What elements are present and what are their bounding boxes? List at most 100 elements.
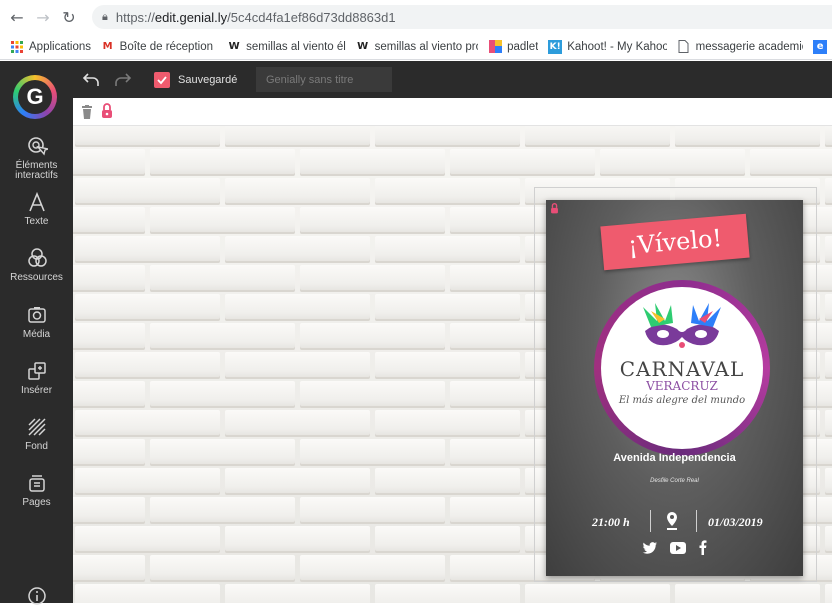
- brick: [225, 126, 370, 147]
- brick: [525, 126, 670, 147]
- sidebar-item-label: Fond: [25, 441, 48, 452]
- info-icon: [27, 587, 46, 605]
- sidebar-item-insert[interactable]: Insérer: [0, 360, 73, 396]
- background-icon: [27, 418, 46, 436]
- brick-row: [73, 584, 832, 603]
- bookmark-gmail[interactable]: M Boîte de réception (2: [101, 40, 217, 54]
- bookmark-extra[interactable]: e: [813, 39, 832, 54]
- sidebar-item-label: Insérer: [20, 385, 53, 396]
- emblem-subtitle: VERACRUZ: [646, 379, 718, 393]
- genially-logo[interactable]: G: [13, 75, 57, 119]
- sidebar-item-label: Texte: [24, 216, 49, 227]
- bookmark-semillas-1[interactable]: W semillas al viento él·: [227, 40, 346, 54]
- lock-icon[interactable]: [101, 103, 113, 119]
- redo-icon[interactable]: [113, 70, 133, 90]
- bookmark-label: padlet: [507, 40, 539, 53]
- facebook-icon: [699, 540, 707, 555]
- text-icon: [28, 191, 45, 212]
- sidebar-item-label: Ressources: [10, 272, 63, 283]
- sidebar-item-interactive-elements[interactable]: Éléments interactifs: [0, 135, 73, 181]
- bookmark-padlet[interactable]: padlet: [488, 40, 538, 54]
- brick: [225, 410, 370, 437]
- poster-date: 01/03/2019: [708, 515, 763, 529]
- carnival-mask-icon: [643, 303, 721, 348]
- wattpad-icon: W: [228, 41, 240, 52]
- bookmark-label: Boîte de réception (2: [119, 40, 218, 53]
- brick: [375, 584, 520, 603]
- element-toolbar: [73, 98, 832, 126]
- brick: [675, 584, 820, 603]
- bookmarks-bar: Applications M Boîte de réception (2 W s…: [0, 34, 832, 60]
- brick: [825, 468, 832, 495]
- youtube-icon: [670, 542, 686, 554]
- brick: [375, 178, 520, 205]
- bookmark-kahoot[interactable]: K! Kahoot! - My Kahoot: [548, 39, 667, 54]
- brick: [225, 352, 370, 379]
- check-icon: [157, 76, 167, 85]
- browser-toolbar: ← → ↻ 🔒︎ https://edit.genial.ly/5c4cd4fa…: [0, 0, 832, 34]
- brick: [825, 294, 832, 321]
- editor-topbar: Sauvegardé: [73, 61, 832, 98]
- poster-banner: ¡Vívelo!: [600, 213, 750, 271]
- brick: [150, 149, 295, 176]
- bookmark-messagerie[interactable]: messagerie academic: [677, 40, 803, 54]
- brick: [825, 410, 832, 437]
- location-pin-icon: [667, 512, 677, 530]
- brick: [300, 323, 445, 350]
- brick: [300, 555, 445, 582]
- back-arrow-icon[interactable]: ←: [6, 6, 28, 28]
- brick: [225, 236, 370, 263]
- brick: [375, 294, 520, 321]
- divider: [650, 510, 651, 532]
- brick: [150, 323, 295, 350]
- brick: [375, 410, 520, 437]
- sidebar-item-label: Média: [22, 329, 51, 340]
- brick: [75, 294, 220, 321]
- bookmark-semillas-2[interactable]: W semillas al viento pro: [356, 40, 478, 54]
- brick: [450, 149, 595, 176]
- brick: [73, 323, 145, 350]
- info-button[interactable]: [0, 585, 73, 611]
- undo-icon[interactable]: [81, 70, 101, 90]
- saved-status: Sauvegardé: [178, 74, 238, 86]
- sidebar-item-background[interactable]: Fond: [0, 416, 73, 452]
- brick: [75, 410, 220, 437]
- poster-lock-icon[interactable]: [550, 203, 559, 214]
- sidebar-item-label: Pages: [22, 497, 51, 508]
- brick-row: [73, 126, 832, 147]
- brick: [73, 381, 145, 408]
- bookmark-extra-icon: e: [813, 39, 828, 54]
- poster-event: Desfile Corte Real: [650, 478, 699, 484]
- brick: [75, 126, 220, 147]
- saved-checkbox[interactable]: [154, 72, 170, 88]
- carnival-emblem: CARNAVAL VERACRUZ El más alegre del mund…: [594, 280, 770, 456]
- brick: [75, 236, 220, 263]
- brick: [225, 294, 370, 321]
- sidebar-item-pages[interactable]: Pages: [0, 472, 73, 508]
- brick: [300, 207, 445, 234]
- brick: [150, 497, 295, 524]
- bookmark-label: Kahoot! - My Kahoot: [567, 40, 667, 53]
- bookmark-label: semillas al viento él·: [246, 40, 346, 53]
- interactive-elements-icon: [27, 137, 48, 156]
- title-input[interactable]: [256, 67, 392, 92]
- brick: [300, 381, 445, 408]
- carnival-poster[interactable]: ¡Vívelo! CARNAVAL VERACRUZ El más alegre…: [546, 200, 803, 576]
- brick: [225, 584, 370, 603]
- brick: [300, 497, 445, 524]
- sidebar-item-resources[interactable]: Ressources: [0, 247, 73, 283]
- divider: [696, 510, 697, 532]
- reload-icon[interactable]: ↻: [58, 6, 80, 28]
- forward-arrow-icon[interactable]: →: [32, 6, 54, 28]
- camera-icon: [27, 307, 46, 323]
- url-bar[interactable]: 🔒︎ https://edit.genial.ly/5c4cd4fa1ef86d…: [92, 5, 832, 29]
- brick: [375, 468, 520, 495]
- sidebar-item-media[interactable]: Média: [0, 304, 73, 340]
- brick: [300, 149, 445, 176]
- bookmark-applications[interactable]: Applications: [10, 40, 91, 54]
- pages-icon: [28, 475, 45, 492]
- brick: [825, 584, 832, 603]
- sidebar-item-text[interactable]: Texte: [0, 191, 73, 227]
- brick: [825, 236, 832, 263]
- trash-icon[interactable]: [81, 105, 93, 119]
